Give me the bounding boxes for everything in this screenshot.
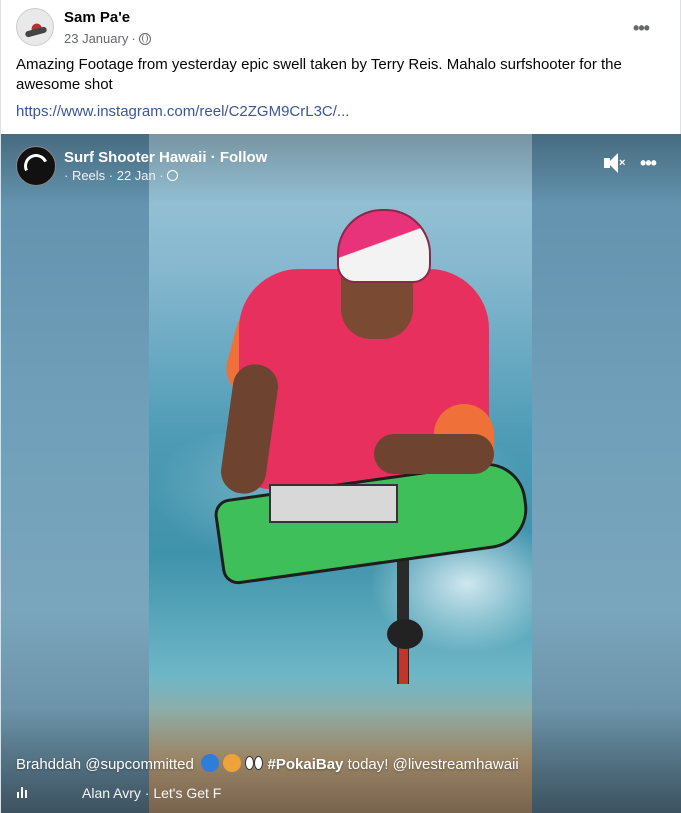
author-name[interactable]: Sam Pa'e xyxy=(64,9,130,26)
rider-arm xyxy=(374,434,494,474)
post-more-options-button[interactable]: ••• xyxy=(627,14,655,42)
reel-caption-prefix: Brahddah @supcommitted xyxy=(16,756,198,773)
audio-wave-icon xyxy=(16,786,30,800)
post-meta: 23 January · xyxy=(64,31,151,46)
author-avatar[interactable] xyxy=(16,8,54,46)
reel-embed[interactable]: Surf Shooter Hawaii · Follow · Reels · 2… xyxy=(1,134,681,813)
mute-x-icon: × xyxy=(619,157,626,169)
foil-fuselage xyxy=(387,619,423,649)
facebook-post: Sam Pa'e 23 January · ••• Amazing Footag… xyxy=(0,0,681,813)
eyes-emoji-icon xyxy=(245,754,264,772)
surf-shooter-logo-icon xyxy=(20,150,52,182)
post-header: Sam Pa'e 23 January · ••• xyxy=(16,6,665,50)
post-date[interactable]: 23 January xyxy=(64,31,128,46)
globe-icon xyxy=(166,170,178,181)
reel-caption: Brahddah @supcommitted #PokaiBay today! … xyxy=(16,754,519,773)
reel-more-options-button[interactable]: ••• xyxy=(634,151,662,175)
mute-button[interactable]: × xyxy=(602,152,628,176)
globe-icon[interactable] xyxy=(138,32,151,45)
meta-separator: · xyxy=(131,31,136,46)
board-deck-box xyxy=(269,484,398,523)
hashtag-link[interactable]: #PokaiBay xyxy=(268,756,344,773)
post-caption: Amazing Footage from yesterday epic swel… xyxy=(16,56,622,93)
reel-meta: · Reels · 22 Jan · xyxy=(64,168,178,183)
fire-emoji-icon xyxy=(223,754,242,772)
wave-emoji-icon xyxy=(201,754,219,772)
speaker-cone xyxy=(608,153,618,173)
audio-track-text: Alan Avry · Let's Get F xyxy=(82,785,222,801)
rider-helmet xyxy=(337,209,431,283)
audio-attribution[interactable]: Alan Avry · Let's Get F xyxy=(16,785,221,801)
instagram-link[interactable]: https://www.instagram.com/reel/C2ZGM9CrL… xyxy=(16,103,349,120)
reel-page-name[interactable]: Surf Shooter Hawaii · Follow xyxy=(64,149,267,166)
reel-meta-text: · Reels · 22 Jan · xyxy=(64,168,164,183)
page-logo[interactable] xyxy=(16,146,56,186)
reel-caption-suffix: today! @livestreamhawaii xyxy=(343,756,519,773)
